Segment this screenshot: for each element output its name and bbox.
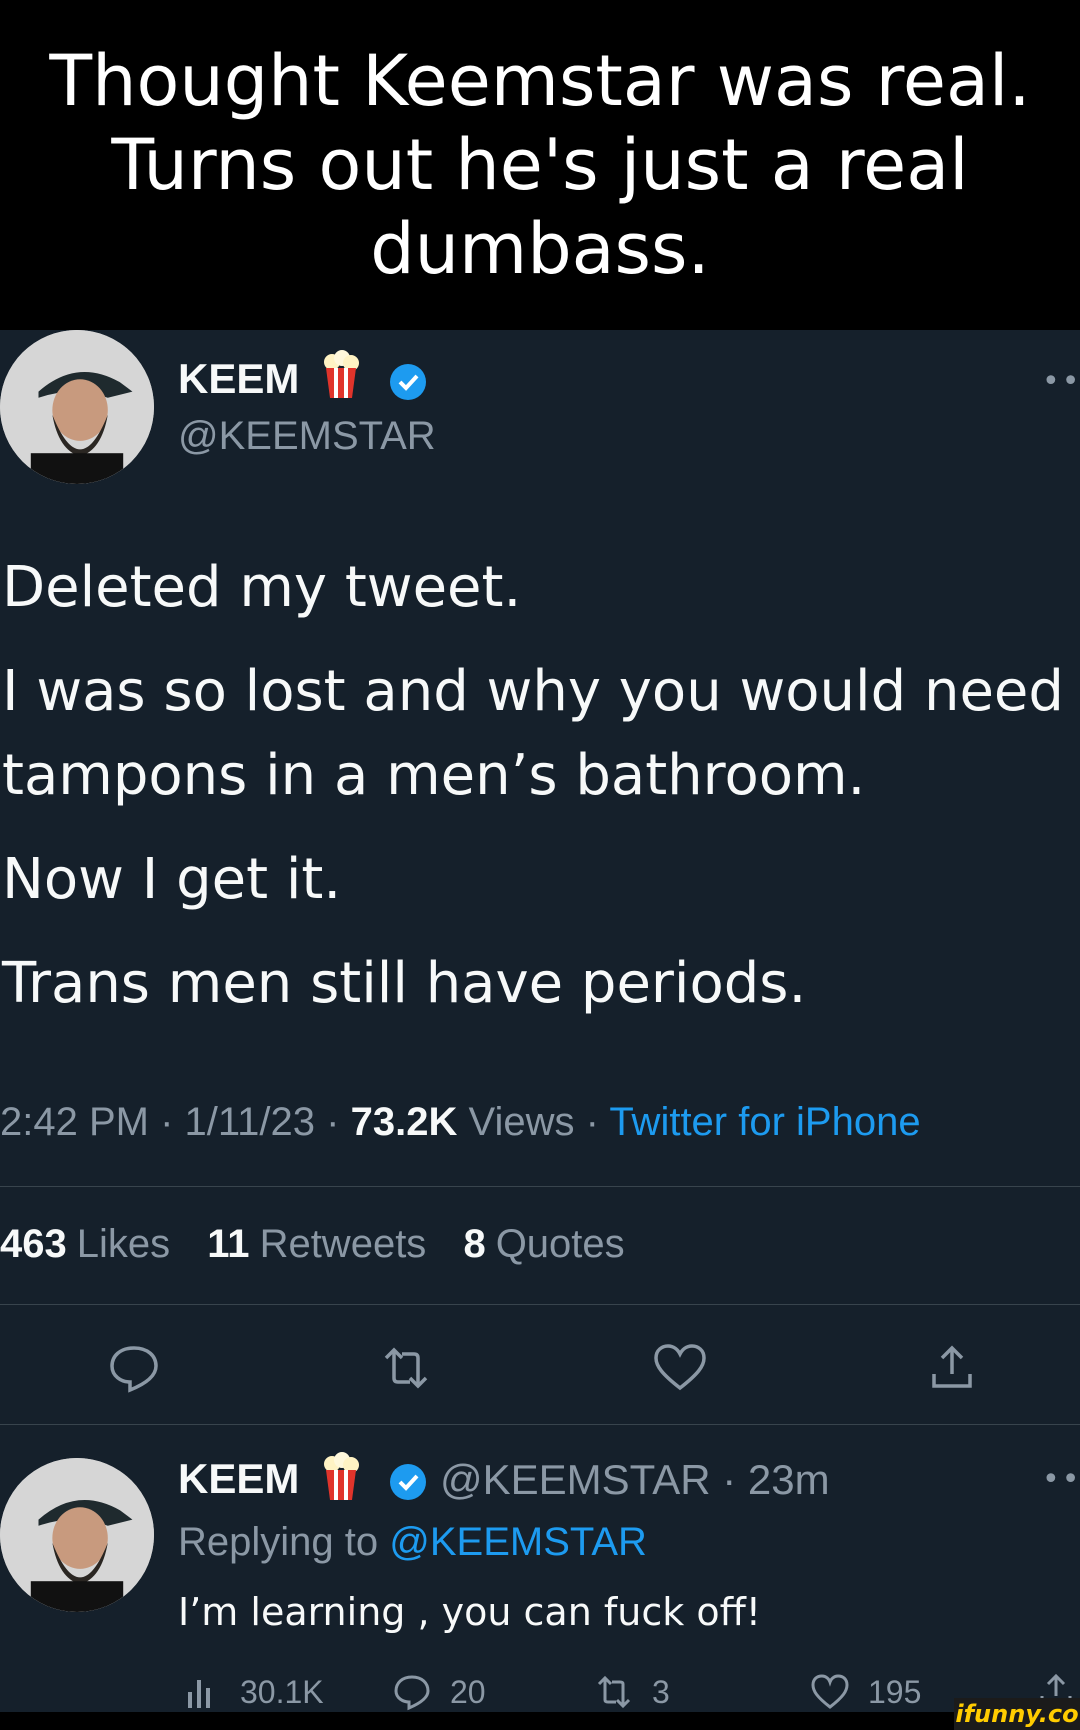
tweet-text-line-3: tampons in a men’s bathroom. (2, 743, 866, 808)
tweet-text-line-4: Now I get it. (2, 847, 342, 912)
reply-text: I’m learning , you can fuck off! (178, 1590, 761, 1634)
meme-caption: Thought Keemstar was real. Turns out he'… (0, 0, 1080, 330)
divider (0, 1304, 1080, 1305)
replying-to-handle[interactable]: @KEEMSTAR (389, 1520, 647, 1564)
ifunny-watermark: ifunny.co (954, 1698, 1080, 1730)
views-label: Views (468, 1100, 575, 1144)
tweet-text-line-2: I was so lost and why you would need (2, 659, 1064, 724)
like-icon (811, 1674, 849, 1709)
reply-handle-age: @KEEMSTAR · 23m (440, 1456, 830, 1503)
reply-likes[interactable]: 195 (810, 1670, 921, 1714)
engagement-stats: 463 Likes 11 Retweets 8 Quotes (0, 1222, 651, 1267)
bottom-strip (0, 1712, 1080, 1730)
avatar-photo (0, 330, 154, 484)
more-options-icon[interactable]: ••• (1042, 367, 1080, 397)
quotes-stat[interactable]: 8 Quotes (463, 1222, 624, 1266)
reply-author-handle[interactable]: @KEEMSTAR (440, 1456, 711, 1503)
retweet-icon (597, 1675, 631, 1709)
reply-icon (394, 1675, 430, 1711)
caption-line-1: Thought Keemstar was real. (49, 40, 1031, 122)
reply-age: 23m (747, 1456, 830, 1503)
author-handle[interactable]: @KEEMSTAR (178, 414, 436, 459)
tweet-text-line-1: Deleted my tweet. (2, 555, 522, 620)
reply-retweets[interactable]: 3 (594, 1670, 670, 1714)
views-count: 73.2K (350, 1100, 458, 1144)
avatar-photo (0, 1458, 154, 1612)
popcorn-icon (324, 1452, 359, 1500)
likes-stat[interactable]: 463 Likes (0, 1222, 170, 1266)
verified-badge-icon (390, 1464, 426, 1500)
reply-icon[interactable] (106, 1340, 162, 1396)
retweet-icon[interactable] (378, 1340, 434, 1396)
tweet-source-link[interactable]: Twitter for iPhone (609, 1100, 920, 1144)
reply-replies[interactable]: 20 (392, 1670, 486, 1714)
divider (0, 1186, 1080, 1187)
reply-author-name[interactable]: KEEM (178, 1455, 299, 1502)
popcorn-icon (324, 350, 359, 398)
caption-line-2: Turns out he's just a real (111, 124, 969, 206)
reply-avatar[interactable] (0, 1458, 154, 1612)
caption-line-3: dumbass. (370, 208, 710, 290)
reply-header: KEEM (178, 1455, 299, 1503)
tweet-time[interactable]: 2:42 PM (0, 1100, 149, 1144)
verified-badge-icon (390, 364, 426, 400)
views-icon (188, 1680, 210, 1708)
divider (0, 1424, 1080, 1425)
share-icon[interactable] (924, 1340, 980, 1396)
tweet-metadata: 2:42 PM · 1/11/23 · 73.2K Views · Twitte… (0, 1100, 921, 1144)
retweets-stat[interactable]: 11 Retweets (207, 1222, 426, 1266)
tweet-text-line-5: Trans men still have periods. (2, 951, 807, 1016)
tweet-date[interactable]: 1/11/23 (185, 1100, 316, 1144)
author-name[interactable]: KEEM (178, 355, 299, 403)
avatar[interactable] (0, 330, 154, 484)
reply-views[interactable]: 30.1K (182, 1670, 324, 1714)
reply-more-options-icon[interactable]: ••• (1042, 1465, 1080, 1495)
like-icon[interactable] (652, 1340, 708, 1396)
replying-to: Replying to @KEEMSTAR (178, 1520, 647, 1564)
